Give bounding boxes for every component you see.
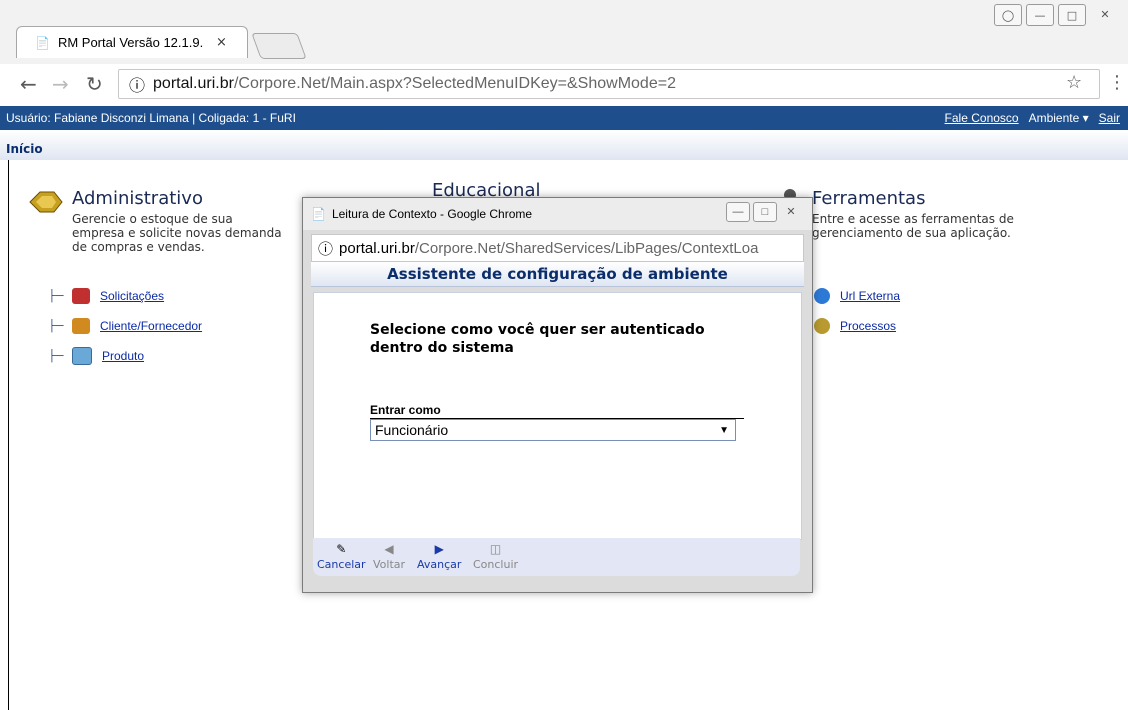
produto-link[interactable]: Produto <box>102 349 144 363</box>
breadcrumb-inicio[interactable]: Início <box>6 142 43 156</box>
popup-window-title: Leitura de Contexto - Google Chrome <box>331 207 533 221</box>
url-path: /Corpore.Net/Main.aspx?SelectedMenuIDKey… <box>233 75 676 92</box>
reload-icon[interactable]: ↻ <box>86 72 103 96</box>
breadcrumb: Início <box>0 130 1128 160</box>
page-icon: 📄 <box>311 207 326 221</box>
sair-link[interactable]: Sair <box>1099 111 1120 125</box>
tab-title: RM Portal Versão 12.1.9. <box>57 35 204 50</box>
cancelar-button[interactable]: ✎ Cancelar <box>317 540 366 571</box>
close-window-button[interactable]: ✕ <box>1090 4 1120 24</box>
menu-icon[interactable]: ⋮ <box>1108 72 1126 93</box>
solicitacoes-icon <box>72 288 90 304</box>
select-value: Funcionário <box>375 422 449 438</box>
administrativo-desc-1: Gerencie o estoque de sua <box>72 212 233 226</box>
bullet-icon: ├─ <box>48 320 64 332</box>
forward-arrow-icon: ▶ <box>434 542 444 556</box>
ferramentas-title[interactable]: Ferramentas <box>812 188 925 209</box>
back-icon[interactable]: ← <box>20 72 37 96</box>
chevron-down-icon: ▼ <box>719 424 729 436</box>
concluir-button[interactable]: ◫ Concluir <box>473 540 518 571</box>
tab-close-icon[interactable]: × <box>216 35 227 50</box>
popup-url-host: portal.uri.br <box>339 239 415 257</box>
browser-tab[interactable]: 📄 RM Portal Versão 12.1.9. × <box>16 26 248 58</box>
cliente-fornecedor-icon <box>72 318 90 334</box>
list-item: ├─ Cliente/Fornecedor <box>48 318 202 334</box>
popup-address-bar[interactable]: ⓘ portal.uri.br/Corpore.Net/SharedServic… <box>311 234 804 262</box>
restore-button[interactable]: □ <box>1058 4 1086 26</box>
administrativo-desc-3: de compras e vendas. <box>72 240 205 254</box>
avancar-button[interactable]: ▶ Avançar <box>417 540 461 571</box>
wizard-header: Assistente de configuração de ambiente <box>311 262 804 287</box>
list-item: ├─ Solicitações <box>48 288 164 304</box>
popup-minimize-button[interactable]: — <box>726 202 750 222</box>
url-host: portal.uri.br <box>153 75 234 92</box>
wizard-footer: ✎ Cancelar ◀ Voltar ▶ Avançar ◫ Concluir <box>313 538 800 576</box>
bullet-icon: ├─ <box>48 290 64 302</box>
address-bar[interactable]: ⓘ portal.uri.br/Corpore.Net/Main.aspx?Se… <box>118 69 1100 99</box>
ferramentas-desc-1: Entre e acesse as ferramentas de <box>812 212 1014 226</box>
wizard-question: Selecione como você quer ser autenticado… <box>370 322 705 356</box>
user-info: Usuário: Fabiane Disconzi Limana | Colig… <box>6 111 296 125</box>
forward-icon[interactable]: → <box>52 72 69 96</box>
globe-icon <box>814 288 830 304</box>
popup-titlebar: 📄 Leitura de Contexto - Google Chrome — … <box>303 198 812 230</box>
list-item: ├─ Produto <box>48 347 144 365</box>
administrativo-desc-2: empresa e solicite novas demanda <box>72 226 282 240</box>
popup-close-button[interactable]: ✕ <box>780 202 802 220</box>
cancel-icon: ✎ <box>336 542 347 556</box>
voltar-button[interactable]: ◀ Voltar <box>373 540 405 571</box>
info-icon: ⓘ <box>318 240 334 258</box>
list-item: Url Externa <box>814 288 900 304</box>
administrativo-title[interactable]: Administrativo <box>72 188 203 209</box>
ambiente-menu[interactable]: Ambiente ▾ <box>1029 111 1089 125</box>
entrar-como-label: Entrar como <box>370 403 744 419</box>
solicitacoes-link[interactable]: Solicitações <box>100 289 164 303</box>
gears-icon <box>814 318 830 334</box>
administrativo-icon <box>28 190 64 214</box>
processos-link[interactable]: Processos <box>840 319 896 333</box>
new-tab-button[interactable] <box>251 33 307 59</box>
bookmark-star-icon[interactable]: ☆ <box>1066 72 1082 93</box>
bullet-icon: ├─ <box>48 350 64 362</box>
page-icon: 📄 <box>35 35 50 50</box>
save-icon: ◫ <box>489 542 502 556</box>
popup-url-path: /Corpore.Net/SharedServices/LibPages/Con… <box>414 239 759 257</box>
entrar-como-select[interactable]: Funcionário ▼ <box>370 419 736 441</box>
context-popup-window: 📄 Leitura de Contexto - Google Chrome — … <box>302 197 813 593</box>
fale-conosco-link[interactable]: Fale Conosco <box>945 111 1019 125</box>
popup-restore-button[interactable]: □ <box>753 202 777 222</box>
profile-icon[interactable]: ◯ <box>994 4 1022 26</box>
frame-divider <box>8 160 9 710</box>
list-item: Processos <box>814 318 896 334</box>
cliente-fornecedor-link[interactable]: Cliente/Fornecedor <box>100 319 202 333</box>
portal-header-bar: Usuário: Fabiane Disconzi Limana | Colig… <box>0 106 1128 130</box>
minimize-button[interactable]: — <box>1026 4 1054 26</box>
produto-icon <box>72 347 92 365</box>
url-externa-link[interactable]: Url Externa <box>840 289 900 303</box>
window-controls: ◯ — □ ✕ <box>994 4 1120 26</box>
ferramentas-desc-2: gerenciamento de sua aplicação. <box>812 226 1011 240</box>
info-icon: ⓘ <box>129 78 146 95</box>
wizard-body: Selecione como você quer ser autenticado… <box>313 292 802 540</box>
back-arrow-icon: ◀ <box>384 542 394 556</box>
